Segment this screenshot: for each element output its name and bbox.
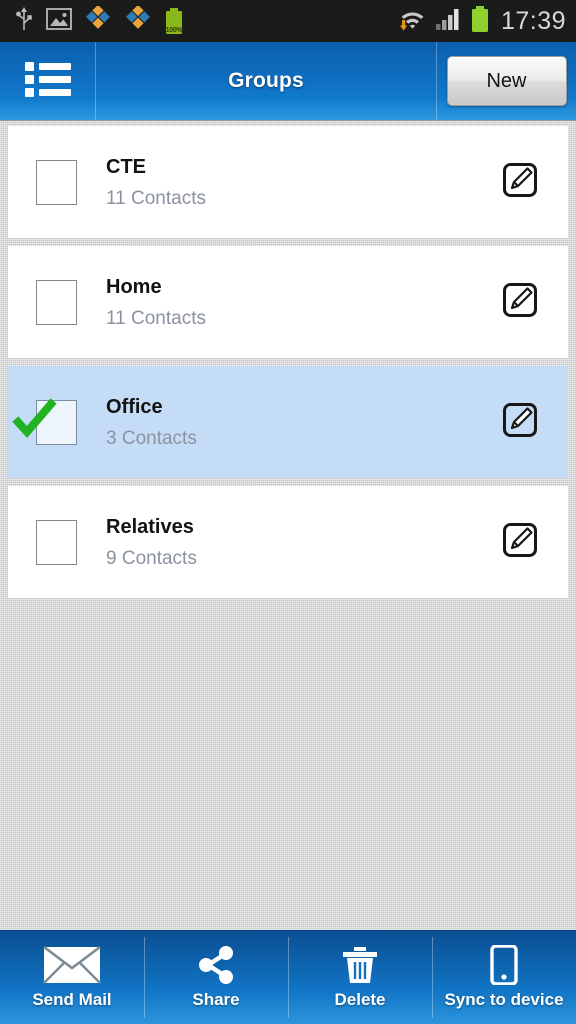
edit-pencil-icon: [502, 282, 538, 323]
edit-group-button[interactable]: [472, 162, 568, 203]
status-bar-left-icons: 100%: [14, 4, 184, 37]
status-bar: 100% 17:39: [0, 0, 576, 42]
wifi-download-icon: [399, 6, 426, 37]
screenshot-image-icon: [46, 7, 72, 36]
phone-screen: 100% 17:39 Groups New CTE 11 Contacts Ho…: [0, 0, 576, 1024]
edit-pencil-icon: [502, 522, 538, 563]
delete-button[interactable]: Delete: [288, 931, 432, 1024]
group-name: Home: [106, 275, 162, 298]
action-bar-title-area: Groups: [96, 42, 437, 120]
group-checkbox-cell[interactable]: [8, 519, 104, 565]
group-checkbox[interactable]: [35, 159, 77, 205]
table-row-selected[interactable]: Office 3 Contacts: [8, 366, 568, 478]
group-contact-count: 11 Contacts: [106, 187, 206, 209]
battery-charge-icon: 100%: [164, 7, 184, 35]
group-contact-count: 3 Contacts: [106, 427, 197, 449]
new-button-container: New: [437, 42, 576, 120]
battery-percent-label: 100%: [165, 27, 183, 34]
sync-to-device-button[interactable]: Sync to device: [432, 931, 576, 1024]
battery-icon: [470, 5, 490, 38]
group-checkbox-cell[interactable]: [8, 397, 104, 445]
menu-button[interactable]: [0, 42, 96, 120]
sync-to-device-label: Sync to device: [444, 989, 564, 1009]
group-checkbox[interactable]: [35, 519, 77, 565]
edit-pencil-icon: [502, 162, 538, 203]
share-label: Share: [192, 989, 240, 1009]
group-checkbox-cell[interactable]: [8, 159, 104, 205]
app-sync-icon: [84, 4, 112, 37]
edit-group-button[interactable]: [472, 282, 568, 323]
group-text-block: Relatives 9 Contacts: [104, 517, 472, 568]
new-button-label: New: [486, 69, 527, 92]
smartphone-icon: [490, 944, 518, 985]
send-mail-button[interactable]: Send Mail: [0, 931, 144, 1024]
delete-label: Delete: [334, 989, 386, 1009]
edit-group-button[interactable]: [472, 522, 568, 563]
new-button[interactable]: New: [446, 56, 567, 106]
group-checkbox-cell[interactable]: [8, 279, 104, 325]
group-text-block: CTE 11 Contacts: [104, 157, 472, 208]
app-sync-icon-2: [124, 4, 152, 37]
group-name: CTE: [106, 155, 146, 178]
status-bar-right-icons: 17:39: [399, 5, 566, 38]
group-checkbox-checked[interactable]: [35, 399, 77, 445]
share-nodes-icon: [195, 945, 237, 984]
envelope-icon: [43, 945, 101, 984]
group-contact-count: 11 Contacts: [106, 307, 206, 329]
share-button[interactable]: Share: [144, 931, 288, 1024]
trash-icon: [342, 946, 378, 984]
page-title: Groups: [228, 69, 304, 92]
usb-icon: [14, 6, 34, 37]
table-row[interactable]: CTE 11 Contacts: [8, 126, 568, 238]
edit-group-button[interactable]: [472, 402, 568, 443]
group-list: CTE 11 Contacts Home 11 Contacts Office …: [0, 121, 576, 930]
group-name: Office: [106, 395, 163, 418]
action-bar: Groups New: [0, 42, 576, 121]
cellular-signal-icon: [435, 6, 461, 37]
group-name: Relatives: [106, 515, 194, 538]
list-menu-icon: [24, 59, 72, 104]
group-contact-count: 9 Contacts: [106, 547, 197, 569]
bottom-toolbar: Send Mail Share Delete Sync to device: [0, 930, 576, 1024]
group-checkbox[interactable]: [35, 279, 77, 325]
table-row[interactable]: Relatives 9 Contacts: [8, 486, 568, 598]
group-text-block: Office 3 Contacts: [104, 397, 472, 448]
table-row[interactable]: Home 11 Contacts: [8, 246, 568, 358]
edit-pencil-icon: [502, 402, 538, 443]
status-bar-clock: 17:39: [500, 6, 566, 35]
group-text-block: Home 11 Contacts: [104, 277, 472, 328]
send-mail-label: Send Mail: [32, 989, 112, 1009]
